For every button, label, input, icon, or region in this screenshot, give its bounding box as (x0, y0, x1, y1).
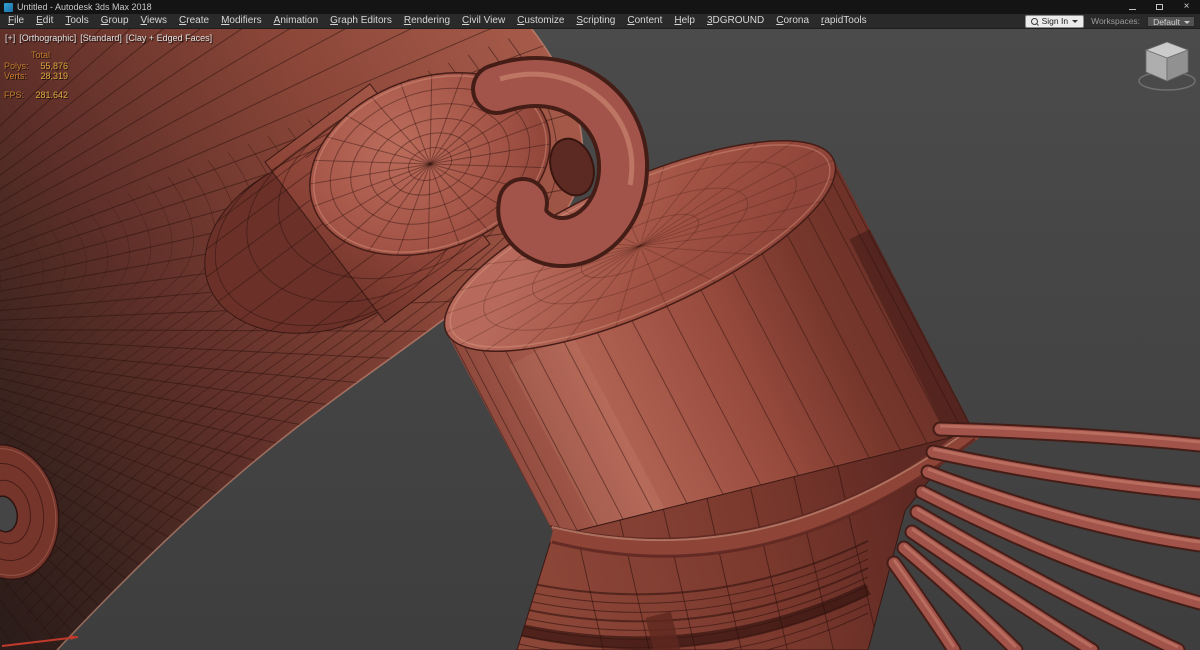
menu-item-tools[interactable]: Tools (59, 14, 94, 28)
menu-item-corona[interactable]: Corona (770, 14, 815, 28)
minimize-button[interactable] (1119, 0, 1146, 14)
menu-item-content[interactable]: Content (621, 14, 668, 28)
infocenter: Sign In Workspaces: Default (1024, 14, 1200, 28)
close-icon: × (1183, 1, 1190, 12)
signin-label: Sign In (1041, 15, 1069, 26)
stats-fps-row: FPS: 281.642 (4, 90, 68, 101)
window-controls: × (1119, 0, 1200, 14)
stats-polys-row: Polys: 55,876 (4, 61, 68, 72)
stats-total-label: Total (31, 50, 51, 60)
caret-down-icon (1072, 19, 1079, 23)
menu-item-group[interactable]: Group (95, 14, 135, 28)
stats-polys-value: 55,876 (40, 60, 68, 71)
window-title: Untitled - Autodesk 3ds Max 2018 (17, 2, 152, 12)
stats-fps-value: 281.642 (35, 89, 68, 100)
viewport-style-menu[interactable]: [Standard] (80, 33, 122, 43)
stats-verts-value: 28,319 (40, 71, 68, 81)
stats-fps-label: FPS: (4, 89, 25, 100)
app-icon (4, 2, 13, 12)
menu-item-create[interactable]: Create (173, 14, 215, 28)
maximize-button[interactable] (1146, 0, 1173, 14)
menu-item-civil-view[interactable]: Civil View (456, 14, 511, 28)
viewport-shading-menu[interactable]: [Clay + Edged Faces] (126, 33, 212, 43)
menu-item-animation[interactable]: Animation (268, 14, 324, 28)
viewport-pov-menu[interactable]: [Orthographic] (19, 33, 76, 43)
viewport-general-menu[interactable]: [+] (5, 33, 15, 43)
close-button[interactable]: × (1173, 0, 1200, 14)
maximize-icon (1156, 4, 1163, 10)
viewport-3d-scene[interactable] (0, 29, 1200, 650)
viewport-statistics: Total Polys: 55,876 Verts: 28,319 FPS: 2… (4, 50, 68, 100)
menu-item-scripting[interactable]: Scripting (570, 14, 621, 28)
menu-item-customize[interactable]: Customize (511, 14, 570, 28)
stats-verts-label: Verts: (4, 71, 28, 81)
stats-polys-label: Polys: (4, 60, 29, 71)
signin-button[interactable]: Sign In (1024, 14, 1085, 28)
workspaces-label: Workspaces: (1091, 16, 1141, 26)
viewport[interactable]: [+] [Orthographic] [Standard] [Clay + Ed… (0, 29, 1200, 650)
menu-item-help[interactable]: Help (668, 14, 701, 28)
menu-bar: File Edit Tools Group Views Create Modif… (0, 14, 1200, 29)
minimize-icon (1129, 9, 1136, 10)
title-bar: Untitled - Autodesk 3ds Max 2018 × (0, 0, 1200, 14)
menu-item-rapidtools[interactable]: rapidTools (815, 14, 873, 28)
viewport-label: [+] [Orthographic] [Standard] [Clay + Ed… (5, 33, 212, 43)
menu-item-rendering[interactable]: Rendering (398, 14, 456, 28)
main-window: Untitled - Autodesk 3ds Max 2018 × File … (0, 0, 1200, 650)
menu-item-3dground[interactable]: 3DGROUND (701, 14, 770, 28)
menu-item-modifiers[interactable]: Modifiers (215, 14, 268, 28)
menu-item-graph-editors[interactable]: Graph Editors (324, 14, 398, 28)
workspaces-dropdown[interactable]: Default (1147, 15, 1195, 27)
stats-verts-row: Verts: 28,319 (4, 71, 68, 82)
menu-item-edit[interactable]: Edit (30, 14, 59, 28)
menu-item-file[interactable]: File (2, 14, 30, 28)
search-icon (1030, 17, 1038, 25)
menu-item-views[interactable]: Views (135, 14, 174, 28)
